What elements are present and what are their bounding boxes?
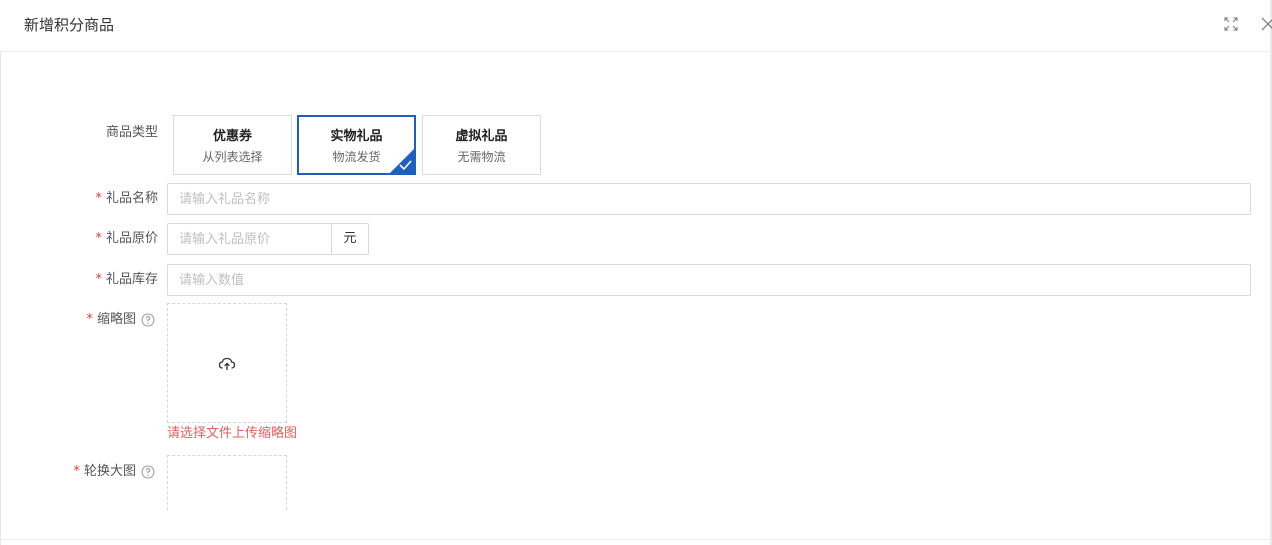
dialog-header: 新增积分商品 <box>0 0 1272 52</box>
dialog-left-edge <box>0 52 1 545</box>
type-option-virtual-gift[interactable]: 虚拟礼品 无需物流 <box>422 115 541 175</box>
type-option-title: 实物礼品 <box>330 129 383 144</box>
check-icon <box>399 160 412 171</box>
gift-price-input[interactable] <box>167 223 332 255</box>
required-mark: * <box>95 191 102 206</box>
close-icon[interactable] <box>1258 14 1272 34</box>
thumbnail-upload-box[interactable] <box>167 303 287 423</box>
gift-stock-input[interactable] <box>167 264 1251 296</box>
add-points-product-dialog: 新增积分商品 商品类型 优惠券 从列表选择 实物礼品 物流发货 虚拟礼品 无需物… <box>0 0 1272 545</box>
type-option-title: 虚拟礼品 <box>455 129 508 144</box>
help-icon[interactable] <box>141 313 155 327</box>
gift-price-label: * 礼品原价 <box>60 229 158 249</box>
gift-stock-label: * 礼品库存 <box>60 270 158 290</box>
required-mark: * <box>95 272 102 287</box>
fullscreen-icon[interactable] <box>1221 14 1241 34</box>
footer-divider <box>0 539 1272 540</box>
dialog-title: 新增积分商品 <box>24 16 115 34</box>
type-option-subtitle: 从列表选择 <box>202 150 263 164</box>
gift-name-label: * 礼品名称 <box>60 189 158 209</box>
gift-price-label-text: 礼品原价 <box>105 231 158 246</box>
price-unit-addon: 元 <box>331 223 369 255</box>
help-icon[interactable] <box>141 465 155 479</box>
type-option-coupon[interactable]: 优惠券 从列表选择 <box>173 115 292 175</box>
type-option-physical-gift[interactable]: 实物礼品 物流发货 <box>297 115 416 175</box>
gift-name-label-text: 礼品名称 <box>105 191 158 206</box>
carousel-upload-box[interactable] <box>167 455 287 510</box>
required-mark: * <box>95 231 102 246</box>
carousel-images-label: * 轮换大图 <box>40 462 136 482</box>
required-mark: * <box>73 464 80 479</box>
type-option-subtitle: 无需物流 <box>457 150 506 164</box>
cloud-upload-icon <box>218 357 236 370</box>
thumbnail-label-text: 缩略图 <box>96 312 136 327</box>
gift-stock-label-text: 礼品库存 <box>105 272 158 287</box>
product-type-label: 商品类型 <box>105 125 158 140</box>
gift-name-input[interactable] <box>167 183 1251 215</box>
carousel-images-label-text: 轮换大图 <box>83 464 136 479</box>
thumbnail-error-message: 请选择文件上传缩略图 <box>167 426 298 441</box>
type-option-title: 优惠券 <box>212 129 252 144</box>
thumbnail-label: * 缩略图 <box>40 310 136 330</box>
required-mark: * <box>86 312 93 327</box>
